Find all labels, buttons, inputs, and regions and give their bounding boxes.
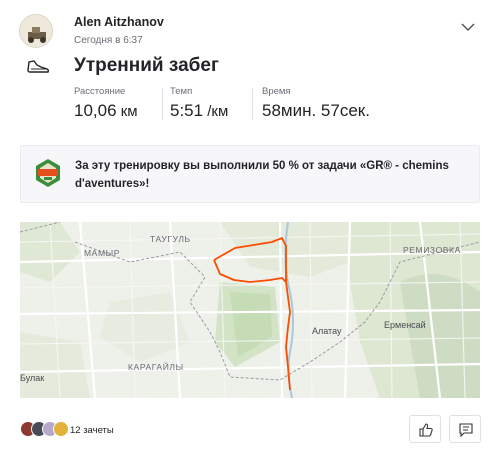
map-label-ermensai: Ерменсай (384, 320, 426, 330)
chevron-down-icon[interactable] (460, 20, 476, 32)
achievement-text: За эту тренировку вы выполнили 50 % от з… (75, 160, 449, 190)
kudos-count[interactable]: 12 зачеты (70, 425, 114, 436)
thumbs-up-icon (419, 423, 433, 437)
comment-button[interactable] (449, 415, 481, 443)
stat-pace: Темп 5:51 /км (170, 86, 228, 121)
map-label-karagaily: КАРАГАЙЛЫ (128, 362, 184, 372)
author-name[interactable]: Alen Aitzhanov (74, 15, 164, 29)
stat-distance-number: 10,06 (74, 101, 117, 120)
stat-time-label: Время (262, 86, 291, 97)
stat-pace-number: 5:51 (170, 101, 204, 120)
stat-pace-label: Темп (170, 86, 193, 97)
map-label-remizovka: РЕМИЗОВКА (403, 245, 461, 255)
post-timestamp: Сегодня в 6:37 (74, 35, 143, 46)
map-label-alatau: Алатау (312, 326, 342, 336)
stat-divider (162, 88, 163, 120)
avatar (53, 421, 69, 437)
stat-pace-unit: /км (203, 103, 229, 120)
activity-title[interactable]: Утренний забег (74, 55, 219, 77)
kudos-button[interactable] (409, 415, 441, 443)
route-map[interactable]: МАМЫР ТАУГУЛЬ РЕМИЗОВКА Алатау Ерменсай … (20, 222, 480, 398)
challenge-badge-icon (35, 158, 61, 188)
stat-time-number: 58мин. 57сек. (262, 101, 370, 120)
stat-pace-value: 5:51 /км (170, 101, 228, 121)
avatar[interactable] (19, 14, 53, 48)
challenge-achievement[interactable]: За эту тренировку вы выполнили 50 % от з… (20, 145, 480, 203)
comment-icon (459, 423, 473, 437)
map-label-taugul: ТАУГУЛЬ (150, 234, 191, 244)
map-label-mamyr: МАМЫР (84, 248, 121, 258)
map-label-bulak: Булак (20, 373, 45, 383)
stat-distance-value: 10,06 км (74, 101, 138, 121)
running-shoe-icon (25, 56, 51, 78)
stat-divider (252, 88, 253, 120)
stat-time: Время 58мин. 57сек. (262, 86, 370, 121)
stat-time-value: 58мин. 57сек. (262, 101, 370, 121)
stat-distance: Расстояние 10,06 км (74, 86, 138, 121)
stat-distance-unit: км (116, 103, 138, 120)
stat-distance-label: Расстояние (74, 86, 126, 97)
